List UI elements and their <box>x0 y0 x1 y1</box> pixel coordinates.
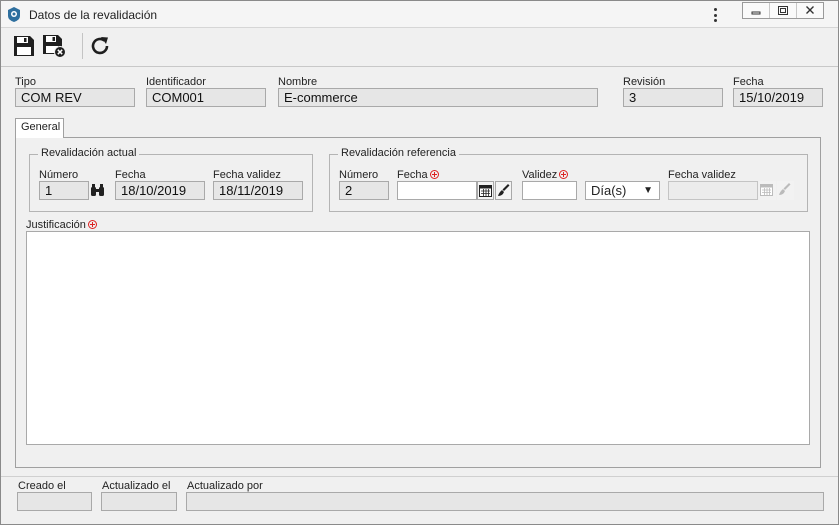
footer-separator <box>1 476 838 477</box>
close-icon[interactable] <box>797 3 823 18</box>
save-icon[interactable] <box>12 34 36 58</box>
required-icon <box>429 170 439 179</box>
justificacion-label-text: Justificación <box>26 219 86 231</box>
creado-el-label: Creado el <box>18 480 66 492</box>
referencia-fecha-validez-label: Fecha validez <box>668 169 736 181</box>
revision-label: Revisión <box>623 76 666 88</box>
clear-brush-icon <box>777 181 794 200</box>
referencia-validez-field[interactable] <box>522 181 577 200</box>
required-icon <box>87 220 97 229</box>
referencia-validez-label-text: Validez <box>522 169 558 181</box>
revalidacion-actual-title: Revalidación actual <box>38 147 140 159</box>
identificador-field[interactable]: COM001 <box>146 88 266 107</box>
revalidacion-referencia-title: Revalidación referencia <box>338 147 459 159</box>
identificador-label: Identificador <box>146 76 206 88</box>
chevron-down-icon: ▼ <box>643 185 653 196</box>
referencia-numero-label: Número <box>339 169 379 181</box>
actualizado-el-field[interactable] <box>101 492 177 511</box>
actualizado-el-label: Actualizado el <box>102 480 171 492</box>
justificacion-label: Justificación <box>26 219 97 231</box>
tipo-field[interactable]: COM REV <box>15 88 135 107</box>
calendar-icon[interactable] <box>477 181 494 200</box>
app-icon <box>8 7 20 22</box>
referencia-validez-label: Validez <box>522 169 569 181</box>
referencia-numero-field[interactable]: 2 <box>339 181 389 200</box>
refresh-icon[interactable] <box>88 34 112 58</box>
validez-unit-selected: Día(s) <box>591 183 627 198</box>
nombre-label: Nombre <box>278 76 318 88</box>
actual-fecha-validez-field[interactable]: 18/11/2019 <box>213 181 303 200</box>
required-icon <box>559 170 569 179</box>
tab-panel-general: Revalidación actual Número 1 Fecha 18/10… <box>15 137 821 468</box>
search-binoculars-icon[interactable] <box>89 181 106 200</box>
actualizado-por-label: Actualizado por <box>187 480 263 492</box>
actualizado-por-field[interactable] <box>186 492 824 511</box>
actual-numero-label: Número <box>39 169 79 181</box>
fecha-field[interactable]: 15/10/2019 <box>733 88 823 107</box>
window-controls <box>742 2 824 19</box>
tipo-label: Tipo <box>15 76 36 88</box>
actual-fecha-validez-label: Fecha validez <box>213 169 281 181</box>
validez-unit-select[interactable]: Día(s) ▼ <box>585 181 660 200</box>
creado-el-field[interactable] <box>17 492 92 511</box>
restore-icon[interactable] <box>770 3 797 18</box>
calendar-icon <box>759 181 776 200</box>
toolbar <box>1 29 838 67</box>
save-and-close-icon[interactable] <box>42 34 66 58</box>
window-title: Datos de la revalidación <box>29 8 158 22</box>
revision-field[interactable]: 3 <box>623 88 723 107</box>
justificacion-textarea[interactable] <box>26 231 810 445</box>
revalidation-window: Datos de la revalidación Tipo COM REV Id… <box>0 0 839 525</box>
referencia-fecha-validez-field <box>668 181 758 200</box>
referencia-fecha-label: Fecha <box>397 169 439 181</box>
toolbar-separator <box>82 33 83 59</box>
fecha-label: Fecha <box>733 76 764 88</box>
actual-numero-field[interactable]: 1 <box>39 181 89 200</box>
nombre-field[interactable]: E-commerce <box>278 88 598 107</box>
more-options-icon[interactable] <box>710 6 720 24</box>
referencia-fecha-field[interactable] <box>397 181 477 200</box>
referencia-fecha-label-text: Fecha <box>397 169 428 181</box>
actual-fecha-label: Fecha <box>115 169 146 181</box>
minimize-icon[interactable] <box>743 3 770 18</box>
title-bar: Datos de la revalidación <box>1 1 838 28</box>
tab-general[interactable]: General <box>15 118 64 138</box>
actual-fecha-field[interactable]: 18/10/2019 <box>115 181 205 200</box>
clear-brush-icon[interactable] <box>495 181 512 200</box>
